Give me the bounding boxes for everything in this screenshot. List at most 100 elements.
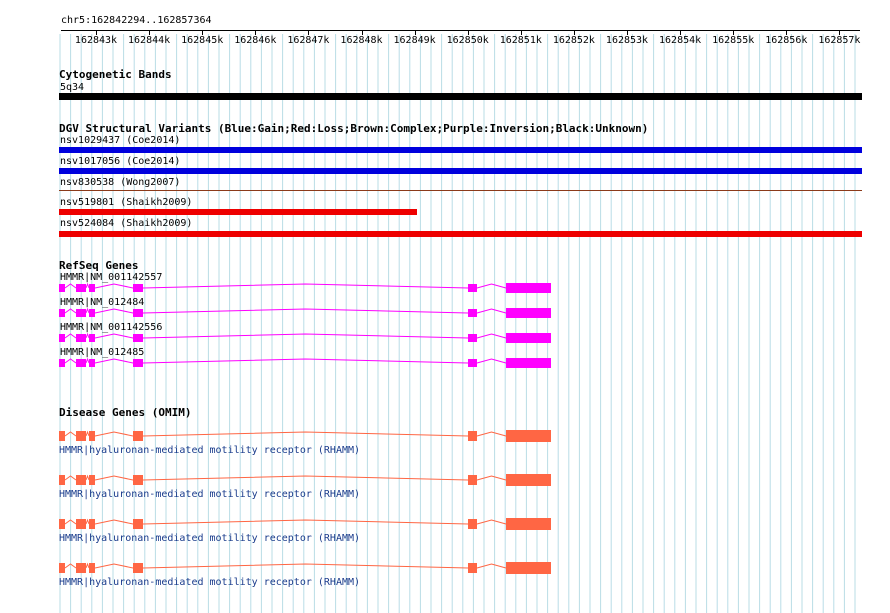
omim-gene-glyph[interactable] (0, 474, 890, 486)
omim-gene-glyph[interactable] (0, 518, 890, 530)
intron-line (85, 518, 90, 525)
exon-block (59, 334, 65, 342)
intron-line (142, 519, 469, 525)
dgv-track-title[interactable]: DGV Structural Variants (Blue:Gain;Red:L… (59, 122, 648, 135)
exon-block (89, 519, 95, 529)
exon-block (506, 430, 551, 442)
ruler-tick-label: 162843k (74, 35, 118, 46)
exon-block (468, 519, 477, 529)
intron-line (142, 358, 469, 364)
exon-block (506, 333, 551, 343)
ruler-tick-label: 162850k (446, 35, 489, 46)
exon-block (89, 284, 95, 292)
omim-gene-label[interactable]: HMMR|hyaluronan-mediated motility recept… (59, 533, 360, 545)
cytoband-track-title[interactable]: Cytogenetic Bands (59, 68, 172, 81)
intron-line (85, 474, 90, 481)
exon-block (468, 284, 477, 292)
intron-line (142, 563, 469, 569)
intron-line (94, 475, 134, 481)
intron-line (476, 283, 507, 289)
dgv-variant-label: nsv519801 (Shaikh2009) (60, 197, 193, 208)
exon-block (468, 431, 477, 441)
exon-block (133, 309, 143, 317)
ruler-tick-label: 162857k (818, 35, 861, 46)
intron-line (94, 431, 134, 437)
omim-gene-glyph[interactable] (0, 562, 890, 574)
exon-block (468, 334, 477, 342)
exon-block (468, 309, 477, 317)
intron-line (94, 563, 134, 569)
intron-line (476, 308, 507, 314)
dgv-variant-bar[interactable] (59, 147, 862, 153)
omim-gene-label[interactable]: HMMR|hyaluronan-mediated motility recept… (59, 489, 360, 501)
intron-line (476, 475, 507, 481)
exon-block (468, 475, 477, 485)
refseq-transcript-glyph[interactable] (0, 332, 890, 343)
intron-line (64, 333, 77, 339)
intron-line (94, 283, 134, 289)
ruler-tick-label: 162847k (287, 35, 330, 46)
exon-block (468, 563, 477, 573)
exon-block (89, 563, 95, 573)
exon-block (133, 519, 143, 529)
intron-line (85, 357, 90, 364)
exon-block (76, 519, 86, 529)
exon-block (76, 475, 86, 485)
intron-line (94, 308, 134, 314)
exon-block (89, 359, 95, 367)
omim-track-title[interactable]: Disease Genes (OMIM) (59, 406, 191, 419)
ruler-tick-label: 162852k (552, 35, 595, 46)
exon-block (133, 359, 143, 367)
dgv-variant-bar[interactable] (59, 231, 862, 237)
intron-line (64, 308, 77, 314)
exon-block (506, 562, 551, 574)
exon-block (59, 359, 65, 367)
omim-gene-label[interactable]: HMMR|hyaluronan-mediated motility recept… (59, 445, 360, 457)
exon-block (89, 475, 95, 485)
dgv-variant-bar[interactable] (59, 168, 862, 174)
exon-block (133, 284, 143, 292)
exon-block (506, 474, 551, 486)
cytoband-bar[interactable] (59, 93, 862, 100)
intron-line (64, 519, 77, 525)
exon-block (506, 358, 551, 368)
omim-gene-glyph[interactable] (0, 430, 890, 442)
exon-block (59, 519, 65, 529)
exon-block (133, 431, 143, 441)
ruler-tick-label: 162848k (340, 35, 383, 46)
exon-block (59, 475, 65, 485)
exon-block (59, 309, 65, 317)
dgv-variant-label: nsv524084 (Shaikh2009) (60, 218, 193, 229)
refseq-transcript-glyph[interactable] (0, 282, 890, 293)
refseq-transcript-glyph[interactable] (0, 307, 890, 318)
dgv-variant-bar[interactable] (59, 190, 862, 191)
intron-line (142, 308, 469, 314)
dgv-variant-label: nsv830538 (Wong2007) (60, 177, 181, 188)
exon-block (89, 309, 95, 317)
omim-gene-label[interactable]: HMMR|hyaluronan-mediated motility recept… (59, 577, 360, 589)
ruler-tick-label: 162846k (234, 35, 277, 46)
exon-block (59, 284, 65, 292)
location-label: chr5:162842294..162857364 (61, 15, 212, 26)
intron-line (85, 562, 90, 569)
intron-line (94, 333, 134, 339)
ruler-tick-label: 162844k (128, 35, 171, 46)
exon-block (76, 309, 86, 317)
refseq-transcript-glyph[interactable] (0, 357, 890, 368)
intron-line (85, 282, 90, 289)
intron-line (85, 307, 90, 314)
dgv-variant-bar[interactable] (59, 209, 417, 215)
exon-block (133, 563, 143, 573)
intron-line (64, 563, 77, 569)
exon-block (89, 334, 95, 342)
exon-block (76, 334, 86, 342)
intron-line (64, 358, 77, 364)
intron-line (64, 283, 77, 289)
exon-block (468, 359, 477, 367)
intron-line (476, 431, 507, 437)
exon-block (76, 563, 86, 573)
ruler-tick-label: 162849k (393, 35, 436, 46)
intron-line (94, 358, 134, 364)
exon-block (506, 308, 551, 318)
refseq-track-title[interactable]: RefSeq Genes (59, 259, 138, 272)
